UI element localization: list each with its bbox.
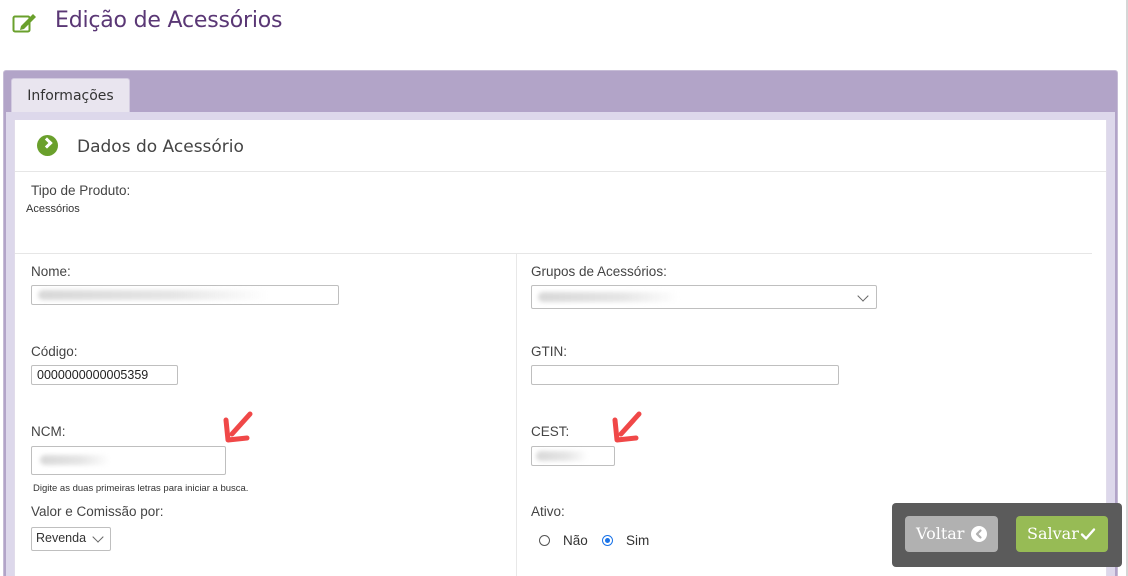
annotation-arrow-icon — [612, 411, 642, 443]
back-button[interactable]: Voltar — [905, 516, 998, 552]
save-button[interactable]: Salvar — [1016, 516, 1108, 552]
ativo-sim-label: Sim — [626, 533, 650, 548]
gtin-input[interactable] — [531, 365, 839, 385]
grupos-label: Grupos de Acessórios: — [531, 264, 667, 279]
ncm-input[interactable] — [31, 446, 226, 475]
tipo-produto-label: Tipo de Produto: — [31, 183, 131, 198]
valor-comissao-label: Valor e Comissão por: — [31, 504, 164, 519]
chevron-down-icon — [92, 531, 104, 543]
ativo-nao-radio[interactable] — [539, 535, 550, 546]
ncm-hint: Digite as duas primeiras letras para ini… — [33, 483, 249, 494]
cest-input[interactable] — [531, 446, 615, 466]
redacted-value — [538, 292, 678, 302]
codigo-label: Código: — [31, 344, 78, 359]
form-panel: Informações Dados do Acessório Tipo de P… — [3, 70, 1118, 576]
save-button-label: Salvar — [1027, 524, 1079, 543]
chevron-down-icon — [857, 290, 869, 302]
valor-comissao-selected: Revenda — [36, 531, 87, 545]
back-button-label: Voltar — [916, 524, 965, 543]
panel-side-left — [6, 120, 14, 576]
gtin-label: GTIN: — [531, 344, 567, 359]
page-header: Edição de Acessórios — [0, 0, 1128, 60]
ativo-label: Ativo: — [531, 504, 565, 519]
codigo-input[interactable]: 0000000000005359 — [31, 365, 178, 385]
chevron-circle-right-icon — [37, 135, 58, 156]
valor-comissao-select[interactable]: Revenda — [31, 527, 111, 551]
chevron-circle-left-icon — [971, 526, 987, 542]
nome-label: Nome: — [31, 264, 71, 279]
ativo-nao-label: Não — [563, 533, 588, 548]
page-title: Edição de Acessórios — [55, 8, 283, 33]
annotation-arrow-icon — [223, 411, 253, 443]
ncm-label: NCM: — [31, 424, 66, 439]
section-title: Dados do Acessório — [77, 137, 244, 157]
redacted-value — [536, 451, 588, 461]
tab-informacoes[interactable]: Informações — [11, 78, 130, 112]
check-icon — [1080, 528, 1096, 540]
row-divider — [15, 253, 1092, 254]
nome-input[interactable] — [31, 285, 339, 305]
grupos-select[interactable] — [531, 285, 877, 309]
edit-icon — [12, 14, 36, 33]
tipo-produto-value: Acessórios — [26, 203, 80, 215]
column-divider — [516, 254, 517, 576]
page: Edição de Acessórios Informações Dados d… — [0, 0, 1128, 576]
ativo-sim-radio[interactable] — [602, 535, 613, 546]
section-divider — [15, 171, 1106, 172]
redacted-value — [38, 290, 268, 300]
action-bar: Voltar Salvar — [892, 503, 1122, 567]
cest-label: CEST: — [531, 424, 570, 439]
redacted-value — [40, 455, 110, 465]
